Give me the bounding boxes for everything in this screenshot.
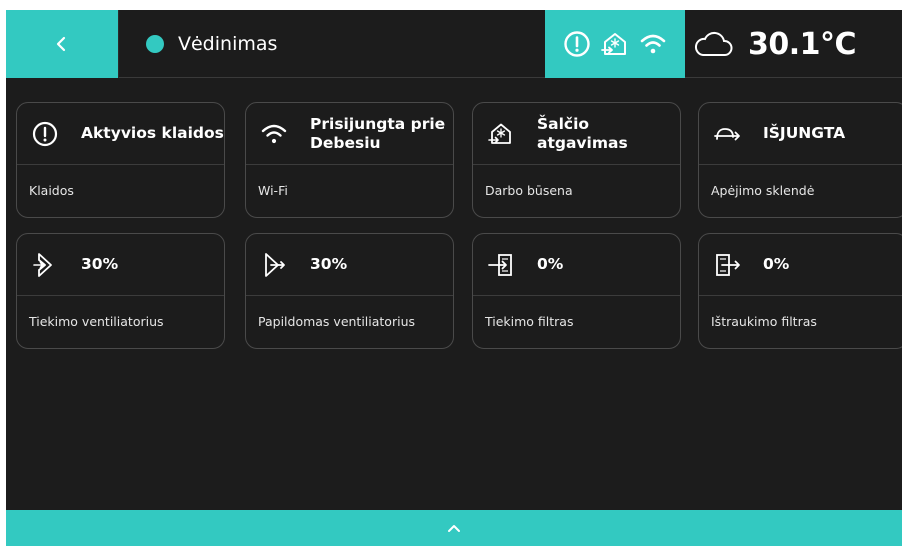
card-value: 0% xyxy=(763,255,790,273)
card-label: Tiekimo filtras xyxy=(485,314,574,329)
card-label: Ištraukimo filtras xyxy=(711,314,817,329)
mode-label: Vėdinimas xyxy=(178,33,278,55)
chevron-up-icon xyxy=(448,525,460,532)
cloud-icon xyxy=(694,31,733,56)
card-value: 30% xyxy=(81,255,119,273)
operating-state-card[interactable]: Šalčio atgavimas Darbo būsena xyxy=(472,102,681,218)
card-value: 0% xyxy=(537,255,564,273)
extract-filter-icon xyxy=(713,251,741,279)
mode-indicator: Vėdinimas xyxy=(146,10,277,78)
weather-display: 30.1°C xyxy=(694,10,857,78)
screen: Vėdinimas 30.1°C Aktyvios klaidos Klaido… xyxy=(6,10,902,546)
card-header: IŠJUNGTA xyxy=(699,103,902,165)
errors-card[interactable]: Aktyvios klaidos Klaidos xyxy=(16,102,225,218)
wifi-icon xyxy=(260,120,288,148)
card-value: Prisijungta prie Debesiu xyxy=(310,114,446,152)
supply-filter-card[interactable]: 0% Tiekimo filtras xyxy=(472,233,681,349)
card-value: Aktyvios klaidos xyxy=(81,124,224,142)
status-icons-group[interactable] xyxy=(545,10,685,78)
card-label: Wi-Fi xyxy=(258,183,288,198)
header: Vėdinimas 30.1°C xyxy=(6,10,902,78)
card-header: 30% xyxy=(246,234,453,296)
wifi-card[interactable]: Prisijungta prie Debesiu Wi-Fi xyxy=(245,102,454,218)
wifi-icon xyxy=(640,34,666,54)
alert-circle-icon xyxy=(31,120,59,148)
supply-fan-card[interactable]: 30% Tiekimo ventiliatorius xyxy=(16,233,225,349)
card-label: Tiekimo ventiliatorius xyxy=(29,314,164,329)
back-button[interactable] xyxy=(6,10,119,78)
additional-fan-icon xyxy=(260,251,288,279)
card-header: 0% xyxy=(699,234,902,296)
card-header: 0% xyxy=(473,234,680,296)
supply-fan-icon xyxy=(31,251,59,279)
supply-filter-icon xyxy=(487,251,515,279)
card-label: Papildomas ventiliatorius xyxy=(258,314,416,329)
heat-recovery-icon xyxy=(601,33,626,55)
card-value: Šalčio atgavimas xyxy=(537,114,628,152)
heat-recovery-icon xyxy=(487,120,515,148)
alert-circle-icon xyxy=(564,31,590,57)
card-label: Apėjimo sklendė xyxy=(711,183,815,198)
card-value: 30% xyxy=(310,255,348,273)
bypass-damper-icon xyxy=(713,120,741,148)
mode-status-dot xyxy=(146,35,164,53)
card-header: Aktyvios klaidos xyxy=(17,103,224,165)
chevron-left-icon xyxy=(56,36,66,52)
expand-panel-button[interactable] xyxy=(6,510,902,546)
card-label: Klaidos xyxy=(29,183,74,198)
temperature-value: 30.1°C xyxy=(748,26,857,62)
card-header: Šalčio atgavimas xyxy=(473,103,680,165)
card-label: Darbo būsena xyxy=(485,183,573,198)
card-value: IŠJUNGTA xyxy=(763,124,846,142)
extract-filter-card[interactable]: 0% Ištraukimo filtras xyxy=(698,233,902,349)
additional-fan-card[interactable]: 30% Papildomas ventiliatorius xyxy=(245,233,454,349)
bypass-damper-card[interactable]: IŠJUNGTA Apėjimo sklendė xyxy=(698,102,902,218)
card-header: 30% xyxy=(17,234,224,296)
card-header: Prisijungta prie Debesiu xyxy=(246,103,453,165)
